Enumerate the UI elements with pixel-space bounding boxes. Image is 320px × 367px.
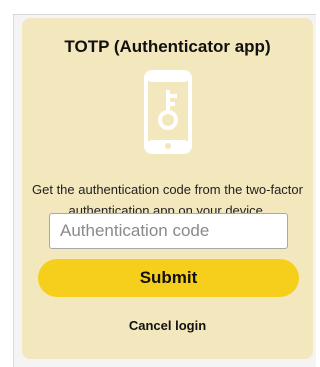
cancel-login-link[interactable]: Cancel login (22, 318, 313, 333)
authentication-code-input[interactable] (49, 213, 288, 249)
totp-card: TOTP (Authenticator app) Get the authent… (22, 18, 313, 359)
phone-key-icon (144, 70, 192, 154)
page-frame: TOTP (Authenticator app) Get the authent… (0, 0, 317, 367)
submit-button[interactable]: Submit (38, 259, 299, 297)
card-title: TOTP (Authenticator app) (64, 37, 271, 56)
